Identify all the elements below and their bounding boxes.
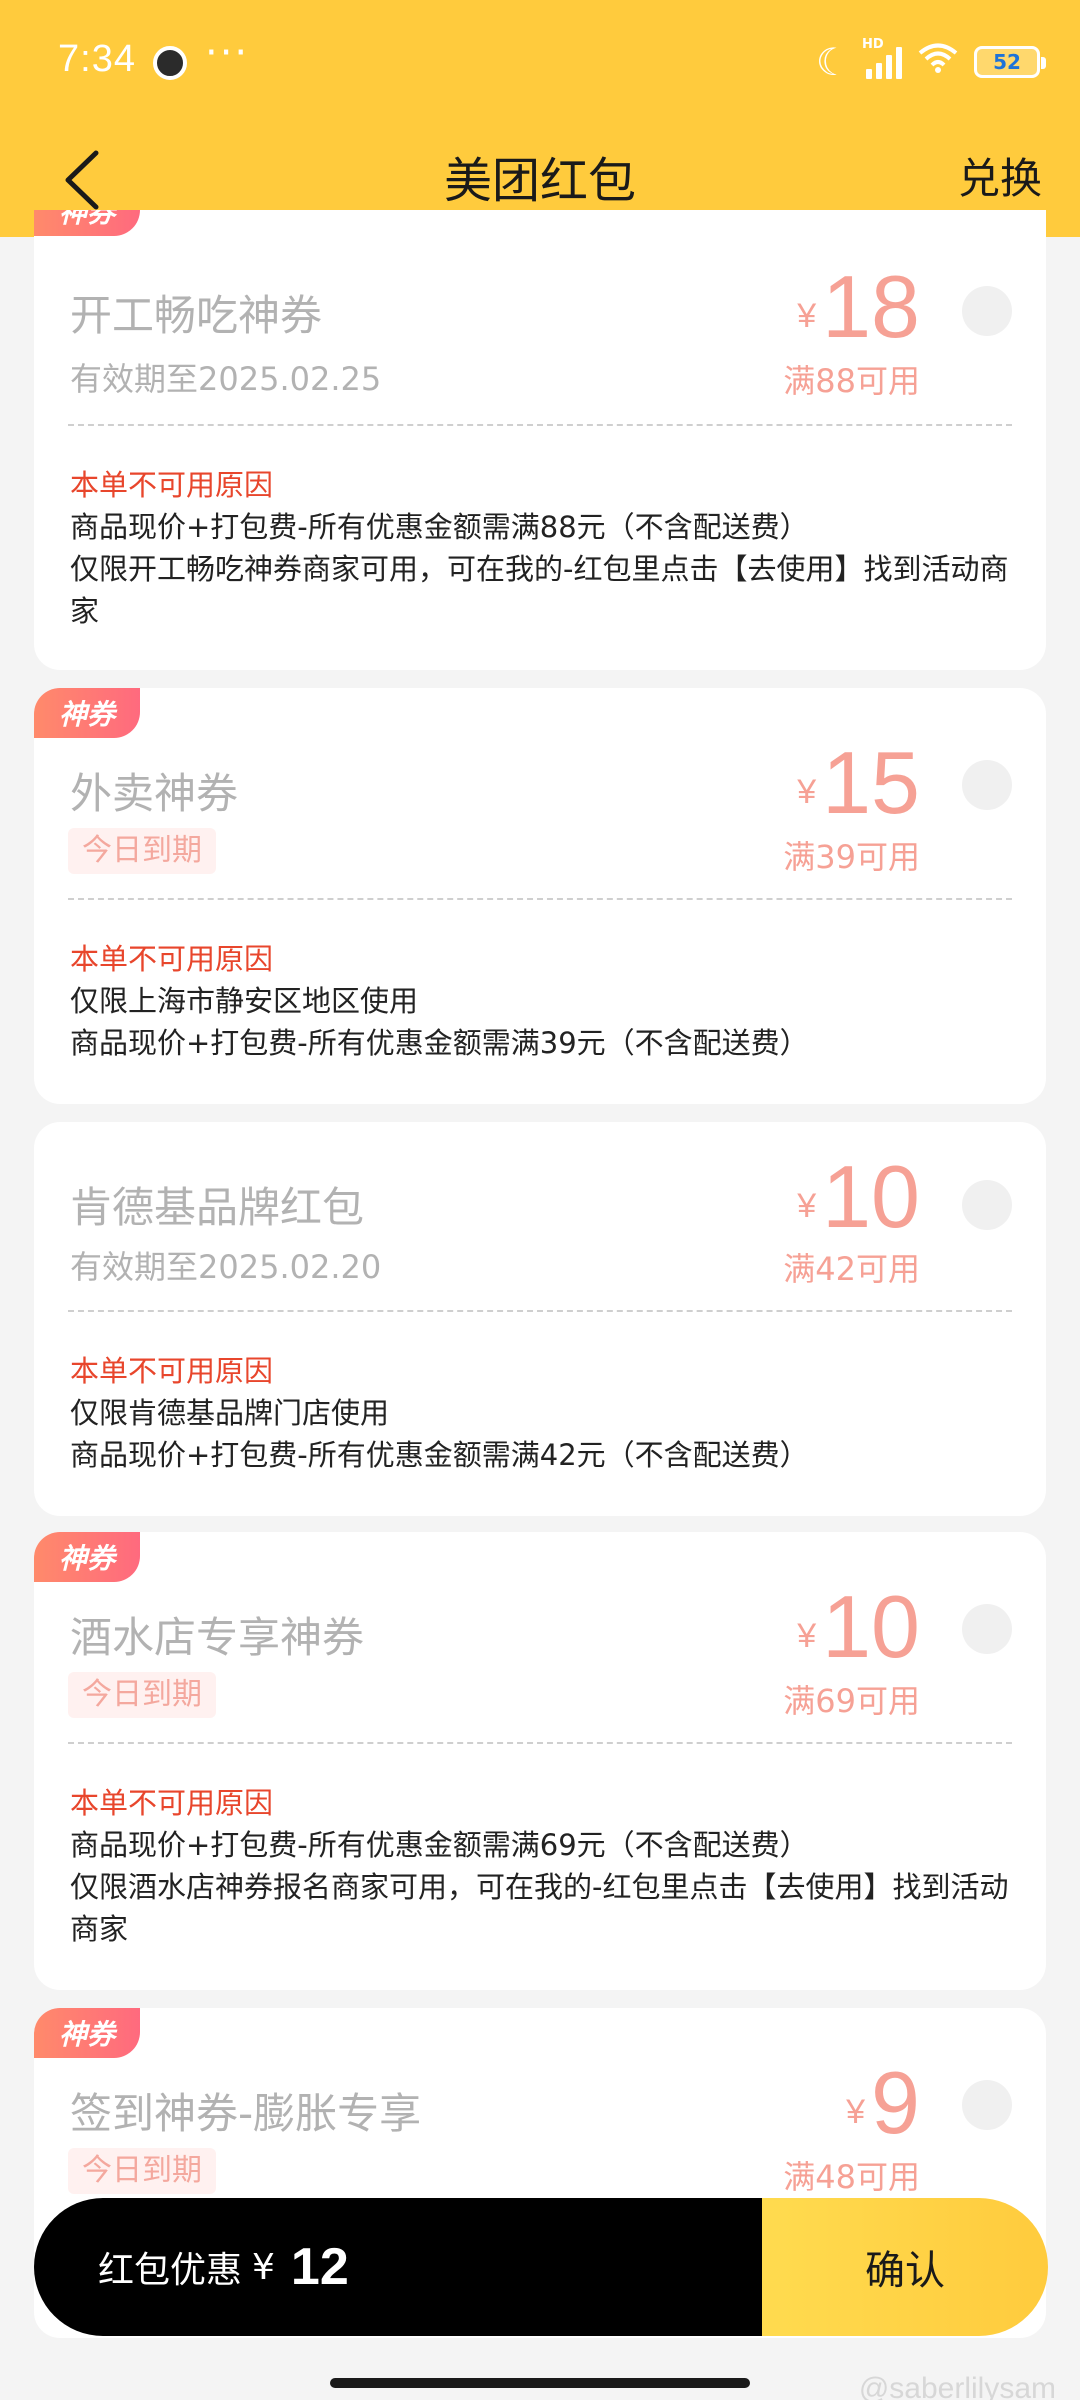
battery-icon: 52 [974, 46, 1046, 78]
amount-value: 15 [822, 733, 920, 832]
coupon-condition: 满42可用 [783, 1250, 920, 1288]
coupon-tag: 神券 [34, 2008, 140, 2058]
divider [68, 898, 1012, 900]
discount-summary: 红包优惠 ¥ 12 [34, 2198, 762, 2336]
unavailable-reason: 本单不可用原因 商品现价+打包费-所有优惠金额需满69元（不含配送费） 仅限酒水… [70, 1782, 1016, 1950]
coupon-title: 开工畅吃神券 [70, 291, 323, 340]
reason-title: 本单不可用原因 [70, 1354, 274, 1388]
coupon-amount: ¥9 [846, 2052, 920, 2154]
coupon-amount: ¥10 [797, 1146, 920, 1248]
do-not-disturb-icon: ☾ [815, 40, 850, 84]
coupon-card[interactable]: 神券 开工畅吃神券 有效期至2025.02.25 ¥18 满88可用 本单不可用… [34, 210, 1046, 670]
expiry-badge: 今日到期 [68, 1672, 216, 1718]
reason-text: 商品现价+打包费-所有优惠金额需满88元（不含配送费） [70, 510, 809, 544]
signal-icon: HD [862, 37, 902, 79]
app-notification-icon [153, 46, 187, 80]
reason-text: 仅限酒水店神券报名商家可用，可在我的-红包里点击【去使用】找到活动商家 [70, 1870, 1009, 1946]
coupon-radio[interactable] [962, 1604, 1012, 1654]
amount-value: 10 [822, 1577, 920, 1676]
currency-symbol: ¥ [797, 1616, 817, 1655]
divider [68, 1310, 1012, 1312]
unavailable-reason: 本单不可用原因 仅限肯德基品牌门店使用 商品现价+打包费-所有优惠金额需满42元… [70, 1350, 1016, 1476]
status-time: 7:34 [58, 38, 136, 80]
coupon-tag: 神券 [34, 210, 140, 236]
coupon-condition: 满88可用 [783, 362, 920, 400]
coupon-card[interactable]: 神券 酒水店专享神券 今日到期 ¥10 满69可用 本单不可用原因 商品现价+打… [34, 1532, 1046, 1990]
top-area: 7:34 ··· ☾ HD 52 美团红包 兑换 [0, 0, 1080, 237]
unavailable-reason: 本单不可用原因 商品现价+打包费-所有优惠金额需满88元（不含配送费） 仅限开工… [70, 464, 1016, 632]
home-indicator[interactable] [330, 2378, 750, 2388]
reason-text: 仅限开工畅吃神券商家可用，可在我的-红包里点击【去使用】找到活动商家 [70, 552, 1009, 628]
divider [68, 424, 1012, 426]
status-icons: ☾ HD 52 [815, 37, 1046, 84]
currency-symbol: ¥ [797, 296, 817, 335]
coupon-radio[interactable] [962, 760, 1012, 810]
more-notifications-icon: ··· [205, 30, 250, 76]
network-type: HD [862, 37, 884, 52]
reason-text: 商品现价+打包费-所有优惠金额需满39元（不含配送费） [70, 1026, 809, 1060]
coupon-condition: 满69可用 [783, 1682, 920, 1720]
coupon-radio[interactable] [962, 286, 1012, 336]
coupon-amount: ¥15 [797, 732, 920, 834]
redeem-button[interactable]: 兑换 [958, 145, 1042, 206]
expiry-badge: 今日到期 [68, 828, 216, 874]
reason-text: 商品现价+打包费-所有优惠金额需满69元（不含配送费） [70, 1828, 809, 1862]
coupon-title: 酒水店专享神券 [70, 1613, 365, 1662]
unavailable-reason: 本单不可用原因 仅限上海市静安区地区使用 商品现价+打包费-所有优惠金额需满39… [70, 938, 1016, 1064]
amount-value: 9 [871, 2053, 920, 2152]
coupon-condition: 满48可用 [783, 2158, 920, 2196]
watermark: @saberlilysam [858, 2372, 1056, 2400]
reason-text: 仅限肯德基品牌门店使用 [70, 1396, 390, 1430]
currency-symbol: ¥ [252, 2246, 275, 2288]
reason-text: 商品现价+打包费-所有优惠金额需满42元（不含配送费） [70, 1438, 809, 1472]
coupon-amount: ¥18 [797, 256, 920, 358]
coupon-condition: 满39可用 [783, 838, 920, 876]
currency-symbol: ¥ [797, 1186, 817, 1225]
divider [68, 1742, 1012, 1744]
reason-title: 本单不可用原因 [70, 468, 274, 502]
expiry-badge: 今日到期 [68, 2148, 216, 2194]
coupon-expiry: 有效期至2025.02.25 [70, 360, 382, 398]
coupon-radio[interactable] [962, 1180, 1012, 1230]
reason-title: 本单不可用原因 [70, 942, 274, 976]
coupon-radio[interactable] [962, 2080, 1012, 2130]
coupon-card[interactable]: 肯德基品牌红包 有效期至2025.02.20 ¥10 满42可用 本单不可用原因… [34, 1122, 1046, 1516]
status-bar: 7:34 ··· ☾ HD 52 [0, 0, 1080, 125]
wifi-icon [918, 42, 958, 83]
coupon-tag: 神券 [34, 688, 140, 738]
reason-title: 本单不可用原因 [70, 1786, 274, 1820]
coupon-expiry: 有效期至2025.02.20 [70, 1248, 382, 1286]
currency-symbol: ¥ [797, 772, 817, 811]
bottom-summary-bar: 红包优惠 ¥ 12 确认 [34, 2198, 1048, 2336]
currency-symbol: ¥ [846, 2092, 866, 2131]
coupon-card[interactable]: 神券 外卖神券 今日到期 ¥15 满39可用 本单不可用原因 仅限上海市静安区地… [34, 688, 1046, 1104]
confirm-button[interactable]: 确认 [762, 2198, 1048, 2336]
coupon-title: 外卖神券 [70, 769, 239, 818]
page-title: 美团红包 [443, 153, 636, 209]
coupon-title: 肯德基品牌红包 [70, 1183, 365, 1232]
discount-value: 12 [290, 2238, 349, 2296]
coupon-amount: ¥10 [797, 1576, 920, 1678]
reason-text: 仅限上海市静安区地区使用 [70, 984, 419, 1018]
coupon-title: 签到神券-膨胀专享 [70, 2089, 422, 2138]
amount-value: 10 [822, 1147, 920, 1246]
amount-value: 18 [822, 257, 920, 356]
coupon-tag: 神券 [34, 1532, 140, 1582]
discount-label: 红包优惠 [98, 2250, 243, 2291]
